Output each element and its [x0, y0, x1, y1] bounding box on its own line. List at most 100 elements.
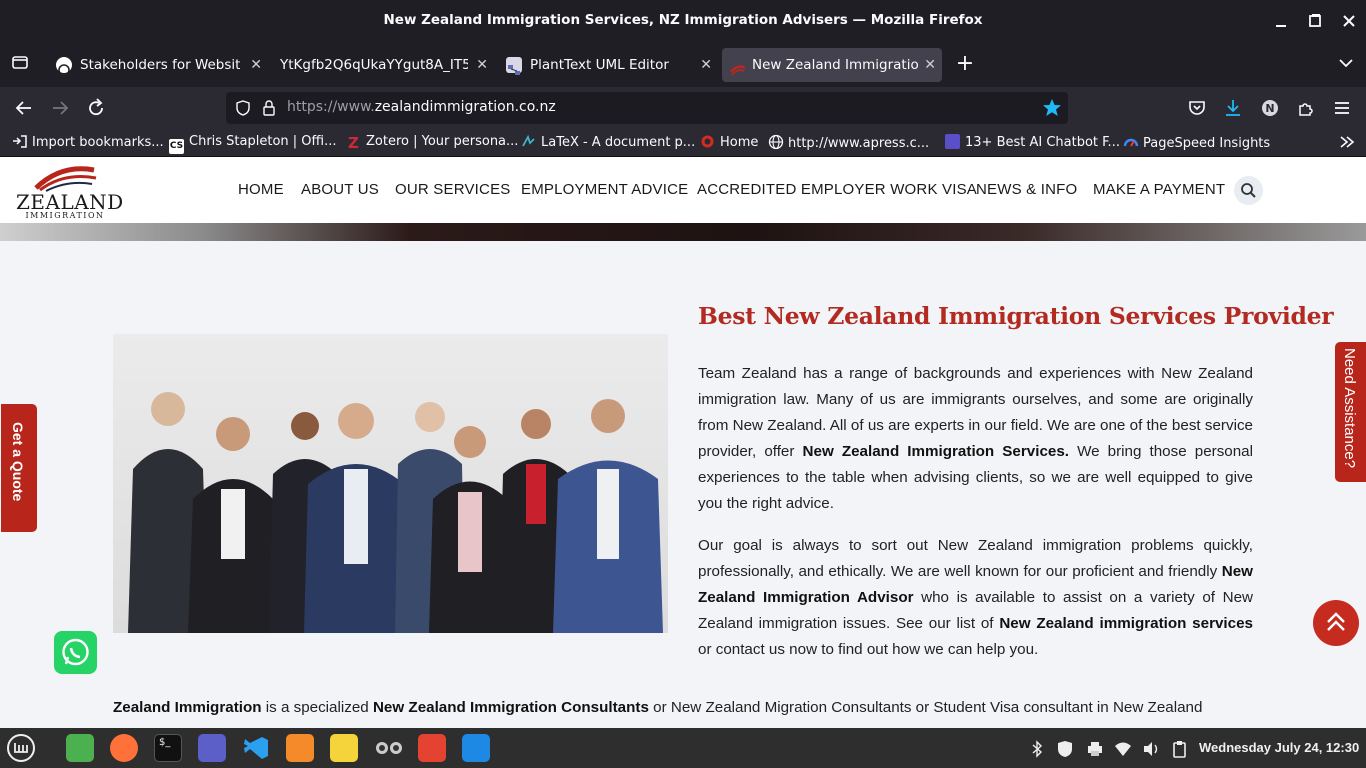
chatgpt-icon	[56, 57, 72, 76]
tab-overview-icon[interactable]	[8, 52, 32, 76]
close-tab-icon[interactable]: ✕	[924, 48, 936, 82]
extensions-icon[interactable]	[1294, 96, 1318, 120]
menu-employment-advice[interactable]: EMPLOYMENT ADVICE	[521, 181, 688, 198]
bookmark-apress[interactable]: http://www.apress.c...	[768, 134, 929, 151]
window-title: New Zealand Immigration Services, NZ Imm…	[383, 12, 983, 28]
vscode-icon[interactable]	[242, 734, 270, 762]
site-header: ZEALAND IMMIGRATION HOME ABOUT US OUR SE…	[0, 157, 1366, 223]
bookmark-ai-chatbot[interactable]: 13+ Best AI Chatbot F...	[945, 134, 1120, 150]
need-assistance-tab[interactable]: Need Assistance?	[1335, 342, 1366, 482]
account-avatar-icon[interactable]: N	[1258, 96, 1282, 120]
menu-home[interactable]: HOME	[238, 181, 284, 198]
reload-icon[interactable]	[84, 96, 108, 120]
writer-icon[interactable]	[462, 734, 490, 762]
teams-icon[interactable]	[198, 734, 226, 762]
tab-doc[interactable]: YtKgfb2Q6qUkaYYgut8A_IT50 ✕	[270, 48, 494, 82]
text-bold: Zealand Immigration	[113, 699, 262, 716]
get-a-quote-tab[interactable]: Get a Quote	[1, 404, 37, 532]
bookmark-star-icon[interactable]	[1042, 98, 1062, 122]
whatsapp-icon	[62, 638, 89, 666]
maximize-icon[interactable]	[1304, 10, 1326, 32]
bookmark-label: LaTeX - A document p...	[541, 135, 696, 150]
import-icon	[12, 134, 27, 149]
planttext-icon	[506, 57, 522, 75]
svg-text:N: N	[1265, 102, 1274, 115]
forward-icon[interactable]	[48, 96, 72, 120]
lock-icon[interactable]	[261, 99, 277, 121]
url-text[interactable]: https://www.zealandimmigration.co.nz	[287, 99, 556, 115]
bookmarks-overflow-icon[interactable]	[1338, 132, 1356, 156]
bookmark-chris-stapleton[interactable]: CS Chris Stapleton | Offi...	[169, 134, 337, 154]
files-icon[interactable]	[66, 734, 94, 762]
close-tab-icon[interactable]: ✕	[476, 48, 488, 82]
menu-news-info[interactable]: NEWS & INFO	[976, 181, 1077, 198]
team-photo	[113, 334, 668, 633]
shield-tray-icon[interactable]	[1056, 740, 1074, 762]
back-icon[interactable]	[12, 96, 36, 120]
bookmark-home[interactable]: Home	[700, 134, 758, 150]
fern-logo-icon	[34, 166, 97, 192]
sublime-icon[interactable]	[286, 734, 314, 762]
notes-icon[interactable]	[330, 734, 358, 762]
tab-planttext[interactable]: PlantText UML Editor ✕	[496, 48, 718, 82]
latex-icon	[521, 134, 536, 149]
downloads-icon[interactable]	[1221, 96, 1245, 120]
bookmark-label: Chris Stapleton | Offi...	[189, 134, 337, 149]
site-search-button[interactable]	[1234, 176, 1263, 205]
shield-icon[interactable]	[235, 100, 251, 120]
menu-accredited-employer-work-visa[interactable]: ACCREDITED EMPLOYER WORK VISA	[697, 181, 977, 198]
bookmark-import[interactable]: Import bookmarks...	[12, 134, 164, 150]
text-bold: New Zealand Immigration Services.	[802, 443, 1070, 460]
bookmark-zotero[interactable]: Z Zotero | Your persona...	[346, 134, 518, 151]
zotero-icon: Z	[348, 134, 359, 152]
todoist-icon[interactable]	[418, 734, 446, 762]
bluetooth-icon[interactable]	[1030, 740, 1044, 762]
scroll-to-top-button[interactable]	[1313, 600, 1359, 646]
tab-stakeholders[interactable]: Stakeholders for Website ✕	[46, 48, 268, 82]
pocket-icon[interactable]	[1185, 96, 1209, 120]
web-page: ZEALAND IMMIGRATION HOME ABOUT US OUR SE…	[0, 157, 1366, 728]
tab-label: Stakeholders for Website	[80, 57, 240, 73]
remote-icon[interactable]	[374, 734, 402, 762]
bookmark-label: PageSpeed Insights	[1143, 136, 1271, 151]
menu-make-a-payment[interactable]: MAKE A PAYMENT	[1093, 181, 1225, 198]
clipboard-icon[interactable]	[1172, 740, 1188, 762]
specialized-paragraph: Zealand Immigration is a specialized New…	[113, 695, 1253, 721]
url-bar[interactable]: https://www.zealandimmigration.co.nz	[226, 92, 1068, 124]
text-span: Our goal is always to sort out New Zeala…	[698, 537, 1253, 580]
bookmark-label: http://www.apress.c...	[788, 136, 930, 151]
firefox-icon[interactable]	[110, 734, 138, 762]
text-span: is a specialized	[261, 699, 373, 716]
bookmark-pagespeed[interactable]: PageSpeed Insights	[1123, 134, 1270, 151]
mint-menu-icon[interactable]	[6, 734, 35, 762]
hamburger-menu-icon[interactable]	[1330, 96, 1354, 120]
get-a-quote-label: Get a Quote	[10, 422, 26, 502]
site-logo[interactable]: ZEALAND IMMIGRATION	[16, 162, 123, 220]
bookmark-label: 13+ Best AI Chatbot F...	[965, 135, 1120, 150]
bookmark-label: Home	[720, 135, 759, 150]
wifi-icon[interactable]	[1114, 740, 1132, 762]
tab-zealand-immigration[interactable]: New Zealand Immigration S ✕	[722, 48, 942, 82]
volume-icon[interactable]	[1142, 740, 1162, 762]
zealand-icon	[730, 57, 746, 76]
terminal-icon[interactable]: $_	[154, 734, 182, 762]
printer-icon[interactable]	[1086, 740, 1104, 762]
new-tab-icon[interactable]: +	[953, 52, 977, 76]
menu-our-services[interactable]: OUR SERVICES	[395, 181, 511, 198]
home-site-icon	[700, 134, 715, 149]
close-tab-icon[interactable]: ✕	[700, 48, 712, 82]
close-window-icon[interactable]	[1338, 10, 1360, 32]
url-domain: zealandimmigration.co.nz	[374, 99, 556, 115]
close-tab-icon[interactable]: ✕	[250, 48, 262, 82]
text-bold-link[interactable]: New Zealand immigration services	[999, 615, 1253, 632]
whatsapp-button[interactable]	[54, 631, 97, 674]
logo-subtext: IMMIGRATION	[25, 211, 105, 220]
tab-label: PlantText UML Editor	[530, 57, 669, 73]
menu-about-us[interactable]: ABOUT US	[301, 181, 379, 198]
list-tabs-icon[interactable]	[1334, 52, 1358, 76]
clock[interactable]: Wednesday July 24, 12:30	[1199, 740, 1359, 755]
taskbar: $_ Wednesday July 24, 12:30	[0, 728, 1366, 768]
minimize-icon[interactable]	[1270, 10, 1292, 32]
bookmark-latex[interactable]: LaTeX - A document p...	[521, 134, 695, 150]
goal-paragraph: Our goal is always to sort out New Zeala…	[698, 533, 1253, 663]
